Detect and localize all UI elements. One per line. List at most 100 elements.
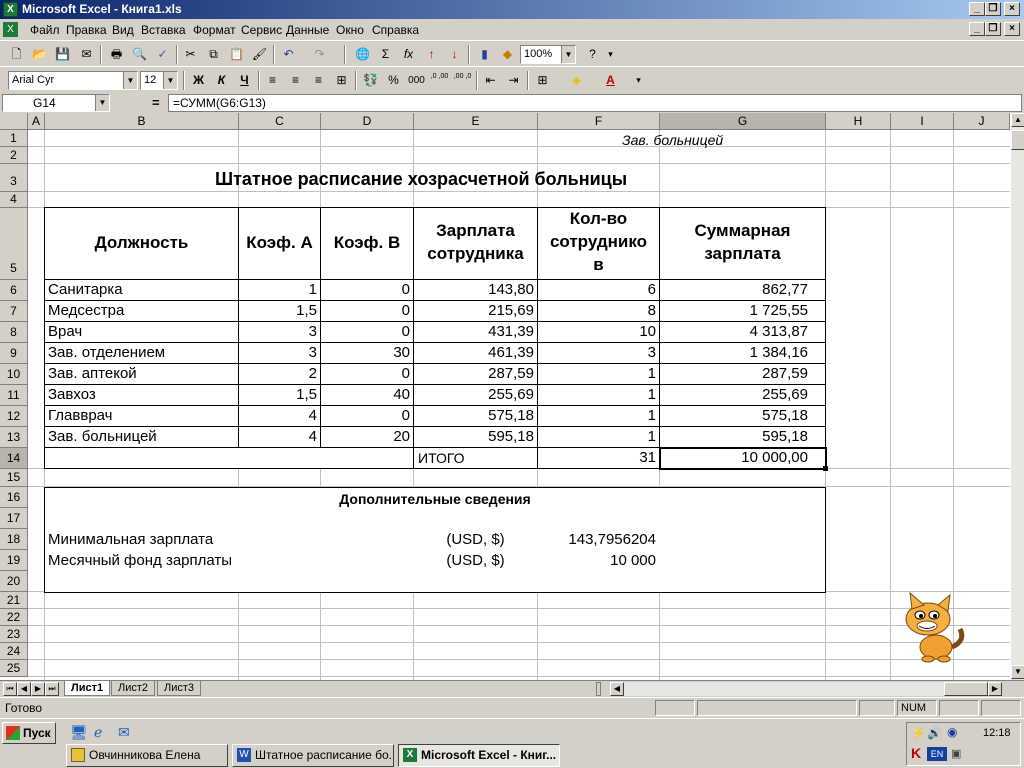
min-salary-label[interactable]: Минимальная зарплата bbox=[48, 530, 213, 550]
minimize-button[interactable]: _ bbox=[969, 2, 985, 16]
restore-button[interactable]: ❐ bbox=[985, 2, 1001, 16]
increase-indent-icon[interactable]: ⇥ bbox=[503, 70, 524, 91]
row-header-2[interactable]: 2 bbox=[0, 147, 28, 164]
table-cell-coef-b[interactable]: 0 bbox=[321, 301, 410, 321]
hyperlink-icon[interactable]: 🌐 bbox=[352, 44, 373, 65]
column-header-a[interactable]: A bbox=[28, 113, 45, 130]
language-indicator[interactable]: EN bbox=[927, 747, 947, 761]
row-header-3[interactable]: 3 bbox=[0, 164, 28, 192]
zoom-select[interactable]: 100% ▼ bbox=[520, 45, 576, 64]
scroll-thumb[interactable] bbox=[1011, 130, 1024, 150]
row-header-13[interactable]: 13 bbox=[0, 427, 28, 448]
table-cell-coef-a[interactable]: 3 bbox=[239, 322, 317, 342]
show-desktop-icon[interactable]: 🖥 bbox=[70, 724, 88, 742]
table-cell-count[interactable]: 1 bbox=[538, 427, 656, 447]
print-preview-icon[interactable]: 🔍 bbox=[129, 44, 150, 65]
table-cell-coef-b[interactable]: 0 bbox=[321, 364, 410, 384]
table-cell-salary[interactable]: 431,39 bbox=[414, 322, 534, 342]
totals-total[interactable]: 10 000,00 bbox=[660, 448, 808, 468]
worksheet-grid[interactable]: A B C D E F G H I J 1 2 3 4 5 6 7 8 9 10… bbox=[0, 113, 1010, 680]
table-cell-salary[interactable]: 595,18 bbox=[414, 427, 534, 447]
font-name-select[interactable]: Arial Cyr ▼ bbox=[8, 71, 138, 90]
menu-insert[interactable]: Вставка bbox=[141, 23, 186, 37]
align-left-icon[interactable]: ≡ bbox=[262, 70, 283, 91]
min-salary-unit[interactable]: (USD, $) bbox=[414, 530, 537, 550]
menu-tools[interactable]: Сервис bbox=[241, 23, 282, 37]
min-salary-value[interactable]: 143,7956204 bbox=[538, 530, 656, 550]
internet-explorer-icon[interactable]: ℯ bbox=[94, 724, 112, 742]
table-cell-count[interactable]: 10 bbox=[538, 322, 656, 342]
table-cell-salary[interactable]: 575,18 bbox=[414, 406, 534, 426]
row-header-1[interactable]: 1 bbox=[0, 130, 28, 147]
percent-button[interactable]: % bbox=[383, 70, 404, 91]
row-header-12[interactable]: 12 bbox=[0, 406, 28, 427]
totals-count[interactable]: 31 bbox=[538, 448, 656, 468]
row-header-5[interactable]: 5 bbox=[0, 208, 28, 280]
sheet-tab-2[interactable]: Лист2 bbox=[111, 681, 156, 696]
outlook-icon[interactable]: ✉ bbox=[118, 724, 136, 742]
column-header-f[interactable]: F bbox=[538, 113, 660, 130]
table-cell-coef-a[interactable]: 1,5 bbox=[239, 385, 317, 405]
fill-color-icon[interactable]: ◈ bbox=[566, 70, 587, 91]
table-cell-coef-a[interactable]: 2 bbox=[239, 364, 317, 384]
mail-icon[interactable]: ✉ bbox=[76, 44, 97, 65]
column-header-h[interactable]: H bbox=[826, 113, 891, 130]
scroll-right-icon[interactable]: ▶ bbox=[988, 682, 1002, 696]
row-header-16[interactable]: 16 bbox=[0, 487, 28, 508]
menu-help[interactable]: Справка bbox=[372, 23, 419, 37]
row-header-10[interactable]: 10 bbox=[0, 364, 28, 385]
redo-icon[interactable]: ↷ bbox=[309, 44, 330, 65]
table-cell-position[interactable]: Зав. больницей bbox=[48, 427, 157, 447]
formula-input[interactable]: =СУММ(G6:G13) bbox=[168, 94, 1022, 112]
column-header-g[interactable]: G bbox=[660, 113, 826, 130]
row-header-20[interactable]: 20 bbox=[0, 571, 28, 592]
currency-icon[interactable]: 💱 bbox=[360, 70, 381, 91]
table-cell-coef-a[interactable]: 4 bbox=[239, 427, 317, 447]
tray-icon[interactable]: ⚡ bbox=[911, 726, 926, 740]
decrease-decimal-button[interactable]: ,00 ,0 bbox=[452, 70, 473, 91]
doc-restore-button[interactable]: ❐ bbox=[985, 22, 1001, 36]
row-header-14[interactable]: 14 bbox=[0, 448, 28, 469]
table-cell-total[interactable]: 287,59 bbox=[660, 364, 808, 384]
row-header-22[interactable]: 22 bbox=[0, 609, 28, 626]
row-header-8[interactable]: 8 bbox=[0, 322, 28, 343]
column-header-j[interactable]: J bbox=[954, 113, 1010, 130]
table-cell-position[interactable]: Завхоз bbox=[48, 385, 96, 405]
table-cell-coef-a[interactable]: 4 bbox=[239, 406, 317, 426]
borders-icon[interactable]: ⊞ bbox=[532, 70, 553, 91]
doc-close-button[interactable]: × bbox=[1004, 22, 1020, 36]
table-cell-coef-b[interactable]: 20 bbox=[321, 427, 410, 447]
table-cell-salary[interactable]: 287,59 bbox=[414, 364, 534, 384]
scroll-left-icon[interactable]: ◀ bbox=[610, 682, 624, 696]
workbook-icon[interactable]: X bbox=[3, 22, 18, 37]
fund-label[interactable]: Месячный фонд зарплаты bbox=[48, 551, 232, 571]
table-cell-coef-b[interactable]: 40 bbox=[321, 385, 410, 405]
table-cell-total[interactable]: 862,77 bbox=[660, 280, 808, 300]
cut-icon[interactable]: ✂ bbox=[180, 44, 201, 65]
table-cell-count[interactable]: 3 bbox=[538, 343, 656, 363]
row-header-7[interactable]: 7 bbox=[0, 301, 28, 322]
spelling-icon[interactable]: ✓ bbox=[152, 44, 173, 65]
table-cell-position[interactable]: Врач bbox=[48, 322, 82, 342]
table-cell-coef-b[interactable]: 0 bbox=[321, 406, 410, 426]
scroll-down-icon[interactable]: ▼ bbox=[1011, 665, 1024, 679]
table-cell-coef-b[interactable]: 0 bbox=[321, 280, 410, 300]
horizontal-scroll-track[interactable] bbox=[624, 682, 988, 696]
table-cell-position[interactable]: Санитарка bbox=[48, 280, 123, 300]
table-cell-coef-a[interactable]: 1,5 bbox=[239, 301, 317, 321]
align-center-icon[interactable]: ≡ bbox=[285, 70, 306, 91]
table-cell-total[interactable]: 575,18 bbox=[660, 406, 808, 426]
underline-button[interactable]: Ч bbox=[234, 70, 255, 91]
row-header-21[interactable]: 21 bbox=[0, 592, 28, 609]
vertical-scrollbar[interactable]: ▲ ▼ bbox=[1010, 113, 1024, 680]
copy-icon[interactable]: ⧉ bbox=[203, 44, 224, 65]
table-cell-total[interactable]: 1 725,55 bbox=[660, 301, 808, 321]
table-cell-coef-a[interactable]: 3 bbox=[239, 343, 317, 363]
last-sheet-icon[interactable]: ⏭ bbox=[45, 682, 59, 696]
table-cell-salary[interactable]: 255,69 bbox=[414, 385, 534, 405]
row-header-24[interactable]: 24 bbox=[0, 643, 28, 660]
menu-data[interactable]: Данные bbox=[286, 23, 329, 37]
next-sheet-icon[interactable]: ▶ bbox=[31, 682, 45, 696]
chevron-down-icon[interactable]: ▼ bbox=[123, 72, 137, 89]
sheet-tab-1[interactable]: Лист1 bbox=[64, 681, 111, 696]
